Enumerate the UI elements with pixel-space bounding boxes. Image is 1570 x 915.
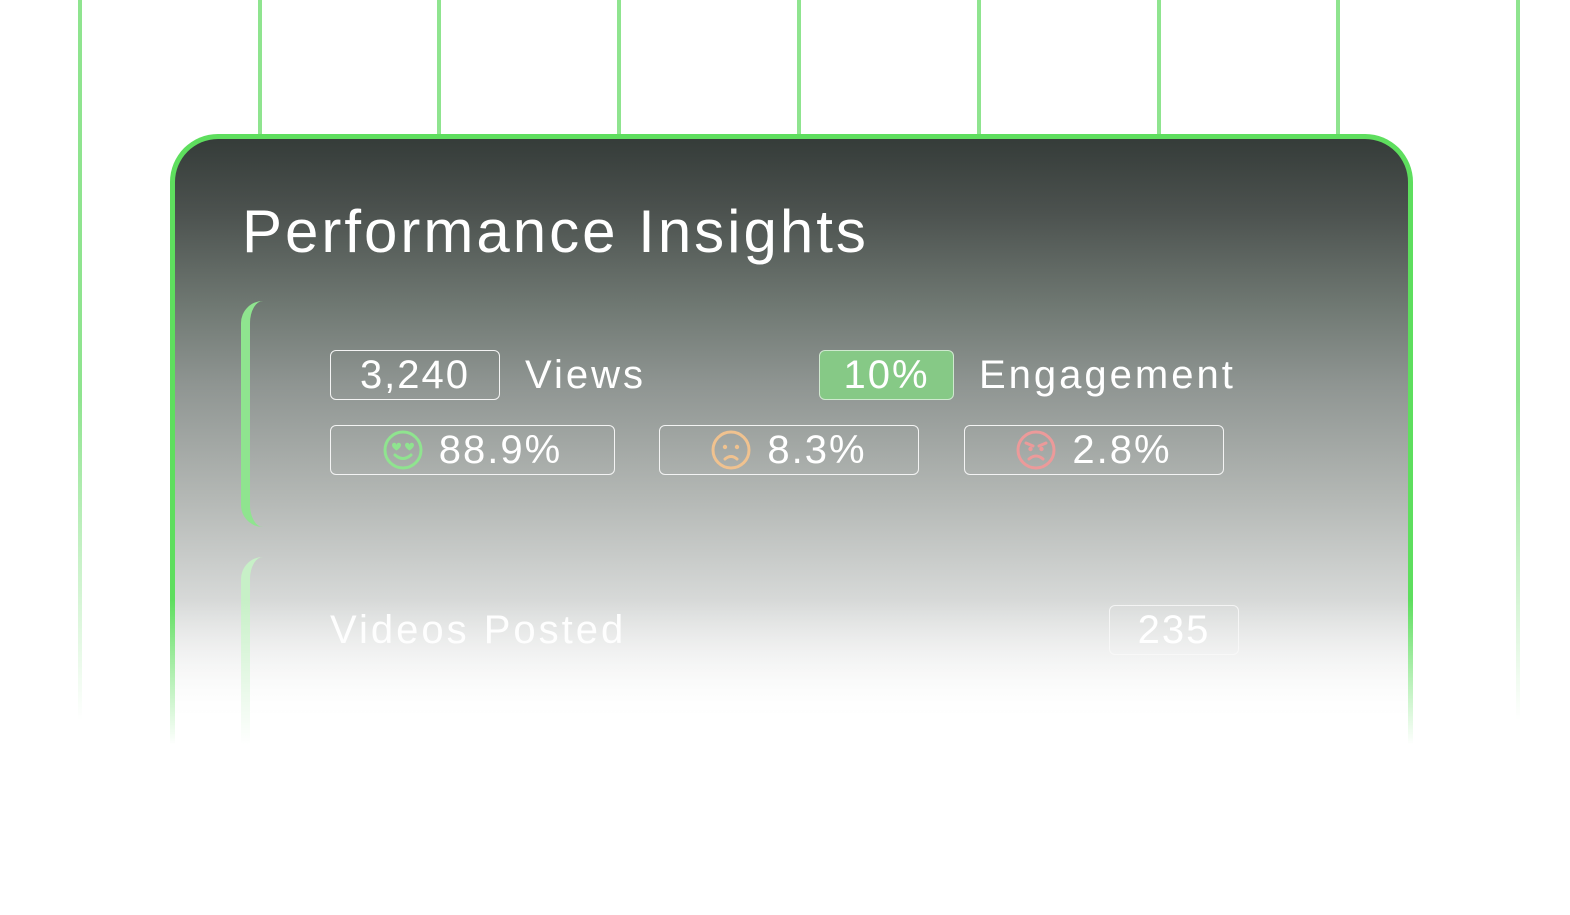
engagement-label: Engagement — [979, 353, 1236, 397]
views-label: Views — [525, 353, 646, 397]
views-count-badge: 3,240 — [330, 350, 500, 400]
grid-line — [78, 0, 82, 720]
negative-sentiment-badge: 2.8% — [964, 425, 1224, 475]
grid-line — [1516, 0, 1520, 720]
positive-sentiment-badge: 88.9% — [330, 425, 615, 475]
angry-face-icon — [1016, 430, 1056, 470]
positive-sentiment-value: 88.9% — [438, 427, 563, 472]
performance-insights-card: Performance Insights 3,240 Views 10% Eng… — [170, 134, 1413, 754]
section-accent-bar — [241, 557, 263, 754]
engagement-rate-badge: 10% — [819, 350, 954, 400]
neutral-sentiment-value: 8.3% — [767, 427, 867, 472]
videos-posted-label: Videos Posted — [330, 608, 627, 652]
videos-posted-count-badge: 235 — [1109, 605, 1239, 655]
neutral-sentiment-badge: 8.3% — [659, 425, 919, 475]
heart-eyes-face-icon — [383, 430, 423, 470]
card-title: Performance Insights — [242, 198, 869, 265]
stage: Performance Insights 3,240 Views 10% Eng… — [0, 0, 1570, 915]
sad-face-icon — [711, 430, 751, 470]
section-accent-bar — [241, 301, 263, 527]
negative-sentiment-value: 2.8% — [1072, 427, 1172, 472]
